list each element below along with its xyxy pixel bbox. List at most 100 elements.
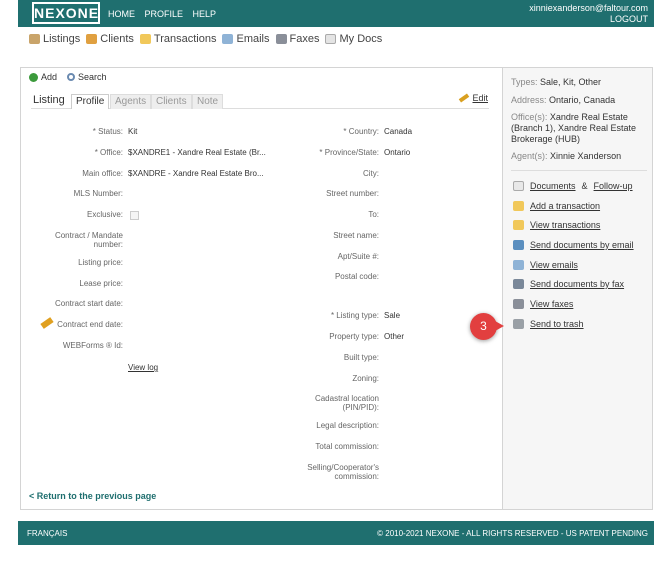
top-bar: NEXONE HOME PROFILE HELP xinniexanderson… — [18, 0, 654, 27]
add-transaction-link[interactable]: Add a transaction — [513, 201, 600, 211]
send-email-link[interactable]: Send documents by email — [513, 240, 634, 250]
contract-label: Contract / Mandate number: — [54, 231, 123, 249]
field-street-name: Street name: — [289, 231, 379, 241]
logout-link[interactable]: LOGOUT — [529, 14, 648, 25]
field-apt: Apt/Suite #: — [289, 252, 379, 262]
info-offices: Office(s): Xandre Real Estate (Branch 1)… — [511, 112, 647, 145]
info-agents: Agent(s): Xinnie Xanderson — [511, 151, 621, 162]
field-webforms: WEBForms ® Id: — [33, 341, 123, 351]
return-link[interactable]: < Return to the previous page — [29, 491, 156, 501]
field-built-type: Built type: — [289, 353, 379, 363]
send-email-label: Send documents by email — [530, 240, 634, 250]
edit-label: Edit — [472, 93, 488, 103]
footer: FRANÇAIS © 2010-2021 NEXONE - ALL RIGHTS… — [18, 521, 654, 545]
user-box: xinniexanderson@faltour.com LOGOUT — [529, 3, 648, 25]
nav-faxes[interactable]: Faxes — [275, 33, 319, 45]
search-icon — [67, 73, 76, 81]
add-label: Add — [41, 72, 58, 82]
tab-agents[interactable]: Agents — [110, 94, 152, 109]
street-name-label: Street name: — [333, 231, 379, 240]
fax-send-icon — [513, 279, 524, 289]
nav-mydocs-label: My Docs — [339, 33, 383, 45]
email-send-icon — [513, 240, 524, 250]
property-type-value: Other — [384, 332, 405, 341]
info-address: Address: Ontario, Canada — [511, 95, 615, 106]
field-to: To: — [289, 210, 379, 220]
field-selling-commission: Selling/Cooperator's commission: — [289, 463, 379, 483]
view-transactions-link[interactable]: View transactions — [513, 220, 600, 230]
office-label: * Office: — [94, 148, 123, 157]
lease-price-label: Lease price: — [79, 279, 123, 288]
summary-sidebar: Types: Sale, Kit, Other Address: Ontario… — [502, 67, 653, 510]
view-faxes-link[interactable]: View faxes — [513, 299, 573, 309]
documents-link[interactable]: Documents & Follow-up — [513, 181, 633, 191]
field-office: * Office: — [33, 148, 123, 158]
country-value: Canada — [384, 127, 413, 136]
apt-label: Apt/Suite #: — [337, 252, 379, 261]
field-listing-type: * Listing type: — [289, 311, 379, 321]
mls-label: MLS Number: — [73, 189, 123, 198]
nexone-logo[interactable]: NEXONE — [32, 2, 100, 24]
trash-icon — [513, 319, 524, 329]
send-fax-link[interactable]: Send documents by fax — [513, 279, 624, 289]
end-date-label: Contract end date: — [57, 320, 123, 329]
nav-emails[interactable]: Emails — [222, 33, 270, 45]
edit-link[interactable]: Edit — [459, 93, 488, 103]
tab-note[interactable]: Note — [192, 94, 224, 109]
copyright-text: © 2010-2021 NEXONE - ALL RIGHTS RESERVED… — [377, 529, 648, 538]
listing-type-value: Sale — [384, 311, 401, 320]
folder-icon — [513, 220, 524, 230]
send-to-trash-link[interactable]: Send to trash — [513, 319, 584, 329]
search-button[interactable]: Search — [67, 72, 107, 82]
field-legal: Legal description: — [289, 421, 379, 431]
send-fax-label: Send documents by fax — [530, 279, 625, 289]
document-icon — [325, 34, 337, 44]
built-type-label: Built type: — [343, 353, 379, 362]
nav-home[interactable]: HOME — [108, 9, 135, 19]
tab-title-listing: Listing — [33, 94, 65, 106]
add-button[interactable]: Add — [29, 72, 57, 82]
info-types: Types: Sale, Kit, Other — [511, 77, 601, 88]
view-log-link[interactable]: View log — [128, 363, 158, 372]
agents-label: Agent(s): — [511, 151, 548, 161]
send-to-trash-label: Send to trash — [530, 319, 584, 329]
nav-help[interactable]: HELP — [193, 9, 217, 19]
house-icon — [29, 34, 40, 44]
step-badge: 3 — [470, 313, 504, 340]
field-zoning: Zoning: — [289, 374, 379, 384]
view-transactions-label: View transactions — [530, 220, 601, 230]
start-date-label: Contract start date: — [54, 299, 123, 308]
field-end-date: Contract end date: — [33, 320, 123, 330]
language-link[interactable]: FRANÇAIS — [27, 529, 67, 538]
nav-mydocs[interactable]: My Docs — [325, 33, 382, 45]
listing-type-label: * Listing type: — [330, 311, 379, 320]
main-office-value: $XANDRE - Xandre Real Estate Bro... — [128, 169, 264, 178]
field-listing-price: Listing price: — [33, 258, 123, 268]
tab-profile[interactable]: Profile — [71, 94, 110, 109]
listing-price-label: Listing price: — [78, 258, 123, 267]
view-emails-link[interactable]: View emails — [513, 260, 578, 270]
legal-label: Legal description: — [316, 421, 379, 430]
main-office-label: Main office: — [82, 169, 123, 178]
webforms-label: WEBForms ® Id: — [62, 341, 123, 350]
office-value: $XANDRE1 - Xandre Real Estate (Br... — [128, 148, 266, 157]
fax-icon — [513, 299, 524, 309]
followup-label[interactable]: Follow-up — [594, 181, 633, 191]
field-country: * Country: — [289, 127, 379, 137]
module-nav: Listings Clients Transactions Emails Fax… — [29, 33, 382, 45]
fax-icon — [275, 34, 287, 44]
tab-clients[interactable]: Clients — [151, 94, 192, 109]
nav-clients[interactable]: Clients — [86, 33, 134, 45]
cadastral-label: Cadastral location (PIN/PID): — [314, 394, 379, 412]
postal-label: Postal code: — [334, 272, 379, 281]
documents-label[interactable]: Documents — [530, 181, 576, 191]
nav-clients-label: Clients — [100, 33, 134, 45]
zoning-label: Zoning: — [352, 374, 379, 383]
exclusive-checkbox — [130, 211, 139, 220]
field-street-number: Street number: — [289, 189, 379, 199]
nav-transactions[interactable]: Transactions — [139, 33, 216, 45]
field-main-office: Main office: — [33, 169, 123, 179]
nav-listings[interactable]: Listings — [29, 33, 80, 45]
nav-profile[interactable]: PROFILE — [145, 9, 184, 19]
province-label: * Province/State: — [319, 148, 379, 157]
